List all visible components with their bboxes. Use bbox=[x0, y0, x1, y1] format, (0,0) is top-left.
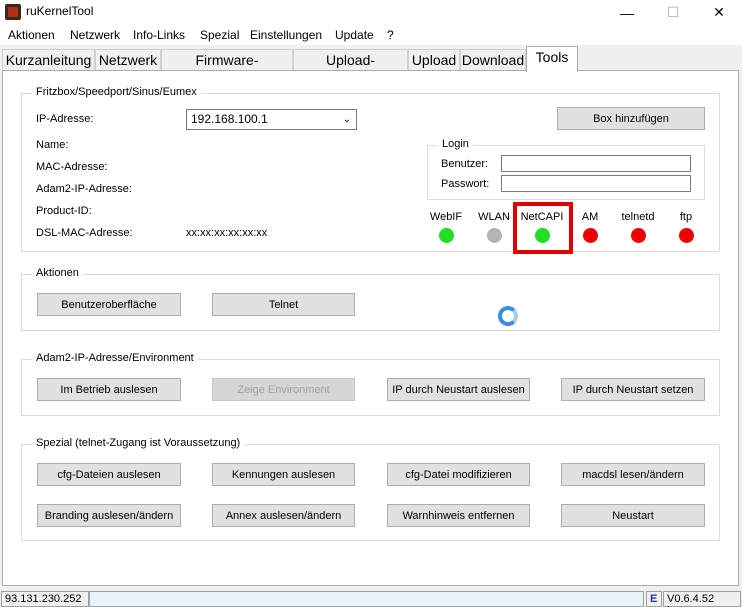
loading-spinner-icon bbox=[498, 306, 518, 326]
am-status-dot bbox=[583, 228, 598, 243]
tab-strip: Kurzanleitung Netzwerk Firmware-Download… bbox=[0, 46, 742, 84]
spezial-group-title: Spezial (telnet-Zugang ist Voraussetzung… bbox=[32, 437, 245, 449]
telnetd-status-dot bbox=[631, 228, 646, 243]
name-label: Name: bbox=[36, 139, 69, 151]
ftp-status-dot bbox=[679, 228, 694, 243]
window-title: ruKernelTool bbox=[26, 4, 94, 18]
tab-kurzanleitung[interactable]: Kurzanleitung bbox=[2, 49, 95, 71]
read-identifiers-button[interactable]: Kennungen auslesen bbox=[212, 463, 355, 486]
ip-address-combo[interactable]: 192.168.100.1 ⌄ bbox=[186, 109, 357, 130]
branding-button[interactable]: Branding auslesen/ändern bbox=[37, 504, 181, 527]
wlan-label: WLAN bbox=[478, 211, 510, 223]
menu-netzwerk[interactable]: Netzwerk bbox=[70, 28, 120, 42]
title-bar: ruKernelTool — ☐ ✕ bbox=[0, 0, 742, 25]
tab-firmware-downloads[interactable]: Firmware-Downloads bbox=[161, 49, 293, 84]
user-interface-button[interactable]: Benutzeroberfläche bbox=[37, 293, 181, 316]
menu-aktionen[interactable]: Aktionen bbox=[8, 28, 55, 42]
tab-download[interactable]: Download bbox=[460, 49, 526, 71]
product-id-label: Product-ID: bbox=[36, 205, 92, 217]
macdsl-read-change-button[interactable]: macdsl lesen/ändern bbox=[561, 463, 705, 486]
ip-address-value: 192.168.100.1 bbox=[191, 112, 268, 126]
status-ip: 93.131.230.252 bbox=[1, 591, 89, 607]
user-input[interactable] bbox=[501, 155, 691, 172]
status-progress bbox=[89, 591, 644, 607]
menu-update[interactable]: Update bbox=[335, 28, 374, 42]
read-ip-by-restart-button[interactable]: IP durch Neustart auslesen bbox=[387, 378, 530, 401]
fritzbox-group-title: Fritzbox/Speedport/Sinus/Eumex bbox=[32, 86, 201, 98]
adam2-ip-label: Adam2-IP-Adresse: bbox=[36, 183, 132, 195]
adam2-group-title: Adam2-IP-Adresse/Environment bbox=[32, 352, 198, 364]
dsl-mac-value: xx:xx:xx:xx:xx:xx bbox=[186, 227, 268, 239]
tab-upload[interactable]: Upload bbox=[408, 49, 460, 71]
close-button[interactable]: ✕ bbox=[696, 0, 742, 25]
password-label: Passwort: bbox=[441, 178, 490, 190]
menu-spezial[interactable]: Spezial bbox=[200, 28, 239, 42]
annex-button[interactable]: Annex auslesen/ändern bbox=[212, 504, 355, 527]
user-label: Benutzer: bbox=[441, 158, 489, 170]
status-e-indicator: E bbox=[646, 591, 662, 607]
app-icon bbox=[5, 4, 21, 20]
status-version: V0.6.4.52 beta bbox=[663, 591, 741, 607]
tab-upload-parameter[interactable]: Upload-Parameter bbox=[293, 49, 408, 84]
ftp-label: ftp bbox=[679, 211, 693, 223]
telnetd-label: telnetd bbox=[621, 211, 655, 223]
netcapi-highlight-box bbox=[513, 202, 573, 254]
chevron-down-icon: ⌄ bbox=[342, 114, 351, 125]
minimize-button[interactable]: — bbox=[604, 0, 650, 25]
show-environment-button: Zeige Environment bbox=[212, 378, 355, 401]
dsl-mac-label: DSL-MAC-Adresse: bbox=[36, 227, 133, 239]
webif-label: WebIF bbox=[429, 211, 463, 223]
menu-einstellungen[interactable]: Einstellungen bbox=[250, 28, 322, 42]
telnet-button[interactable]: Telnet bbox=[212, 293, 355, 316]
webif-status-dot bbox=[439, 228, 454, 243]
read-cfg-files-button[interactable]: cfg-Dateien auslesen bbox=[37, 463, 181, 486]
tab-netzwerk[interactable]: Netzwerk bbox=[95, 49, 161, 71]
add-box-button[interactable]: Box hinzufügen bbox=[557, 107, 705, 130]
menu-info-links[interactable]: Info-Links bbox=[133, 28, 185, 42]
read-in-operation-button[interactable]: Im Betrieb auslesen bbox=[37, 378, 181, 401]
wlan-status-dot bbox=[487, 228, 502, 243]
mac-address-label: MAC-Adresse: bbox=[36, 161, 108, 173]
modify-cfg-file-button[interactable]: cfg-Datei modifizieren bbox=[387, 463, 530, 486]
restart-button[interactable]: Neustart bbox=[561, 504, 705, 527]
status-bar: 93.131.230.252 E V0.6.4.52 beta bbox=[0, 590, 742, 607]
remove-warning-button[interactable]: Warnhinweis entfernen bbox=[387, 504, 530, 527]
login-group-title: Login bbox=[438, 138, 473, 150]
menu-help[interactable]: ? bbox=[387, 28, 394, 42]
ip-address-label: IP-Adresse: bbox=[36, 113, 94, 125]
set-ip-by-restart-button[interactable]: IP durch Neustart setzen bbox=[561, 378, 705, 401]
password-input[interactable] bbox=[501, 175, 691, 192]
maximize-button[interactable]: ☐ bbox=[650, 0, 696, 25]
aktionen-group-title: Aktionen bbox=[32, 267, 83, 279]
tab-tools[interactable]: Tools bbox=[526, 46, 578, 72]
menu-bar: Aktionen Netzwerk Info-Links Spezial Ein… bbox=[0, 25, 742, 45]
